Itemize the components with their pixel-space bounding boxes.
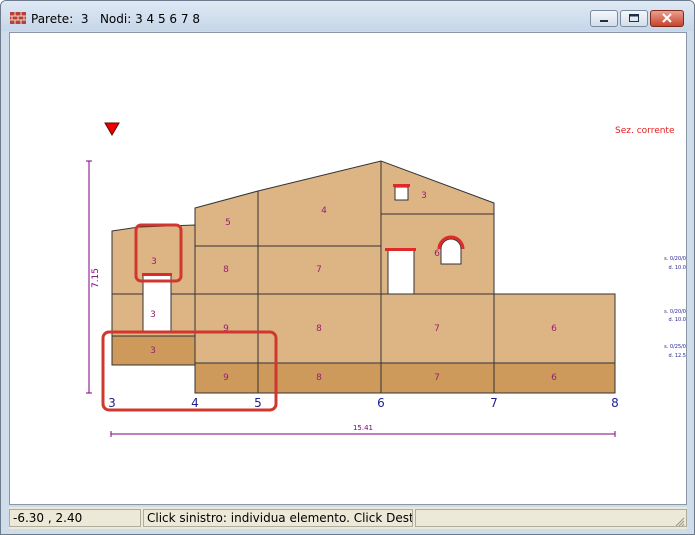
minimize-icon xyxy=(600,20,608,22)
lintel-left-door xyxy=(142,273,172,276)
status-hint: Click sinistro: individua elemento. Clic… xyxy=(143,509,413,527)
panel-number: 3 xyxy=(150,346,156,356)
section-label: Sez. corrente xyxy=(615,126,675,136)
title-bar[interactable]: Parete: 3 Nodi: 3 4 5 6 7 8 xyxy=(1,1,694,31)
coordinates-readout: -6.30 , 2.40 xyxy=(9,509,141,527)
height-dimension: 7.15 xyxy=(91,268,101,288)
side-note: s. 0/20/0 xyxy=(664,256,686,262)
panel-number: 3 xyxy=(151,257,157,267)
width-dimension: 15.41 xyxy=(353,424,373,432)
door-main[interactable] xyxy=(387,249,415,295)
panel-number: 7 xyxy=(434,324,440,334)
wall-elevation-drawing[interactable]: 3 3 3 5 4 3 8 7 6 9 8 7 6 9 8 7 6 3 4 5 … xyxy=(10,33,686,504)
panel-number: 9 xyxy=(223,373,229,383)
panel-number: 5 xyxy=(225,218,231,228)
panel-number: 6 xyxy=(551,373,557,383)
panel-number: 6 xyxy=(434,249,440,259)
lintel-attic-window xyxy=(393,184,410,187)
close-button[interactable] xyxy=(650,10,684,27)
resize-grip-icon[interactable] xyxy=(675,517,685,527)
door-left[interactable] xyxy=(142,274,172,332)
side-note: s. 0/25/0 xyxy=(664,344,686,350)
node-label: 8 xyxy=(611,396,619,410)
lintel-main-door xyxy=(385,248,416,251)
panel-number: 8 xyxy=(316,324,322,334)
app-window: Parete: 3 Nodi: 3 4 5 6 7 8 3 3 3 5 4 3 … xyxy=(0,0,695,535)
panel-number: 7 xyxy=(434,373,440,383)
node-label: 6 xyxy=(377,396,385,410)
node-label: 4 xyxy=(191,396,199,410)
minimize-button[interactable] xyxy=(590,10,618,27)
section-marker-icon[interactable] xyxy=(104,122,120,136)
panel-number: 8 xyxy=(316,373,322,383)
node-label: 3 xyxy=(108,396,116,410)
status-extra xyxy=(415,509,687,527)
window-attic[interactable] xyxy=(394,186,409,201)
drawing-canvas[interactable]: 3 3 3 5 4 3 8 7 6 9 8 7 6 9 8 7 6 3 4 5 … xyxy=(9,32,687,505)
restore-icon xyxy=(629,14,639,22)
wall-app-icon xyxy=(10,12,26,24)
node-label: 7 xyxy=(490,396,498,410)
panel-number: 4 xyxy=(321,206,327,216)
panel-number: 7 xyxy=(316,265,322,275)
side-note: d. 10.0 xyxy=(669,317,687,323)
panel-number: 3 xyxy=(150,310,156,320)
panel-number: 6 xyxy=(551,324,557,334)
panel-number: 8 xyxy=(223,265,229,275)
side-note: d. 10.0 xyxy=(669,265,687,271)
restore-button[interactable] xyxy=(620,10,648,27)
side-note: d. 12.5 xyxy=(669,353,687,359)
close-icon xyxy=(662,13,672,23)
arched-window[interactable] xyxy=(440,238,462,265)
window-title: Parete: 3 Nodi: 3 4 5 6 7 8 xyxy=(31,12,200,26)
panel-number: 3 xyxy=(421,191,427,201)
status-bar: -6.30 , 2.40 Click sinistro: individua e… xyxy=(9,507,687,529)
node-label: 5 xyxy=(254,396,262,410)
side-note: s. 0/20/0 xyxy=(664,309,686,315)
